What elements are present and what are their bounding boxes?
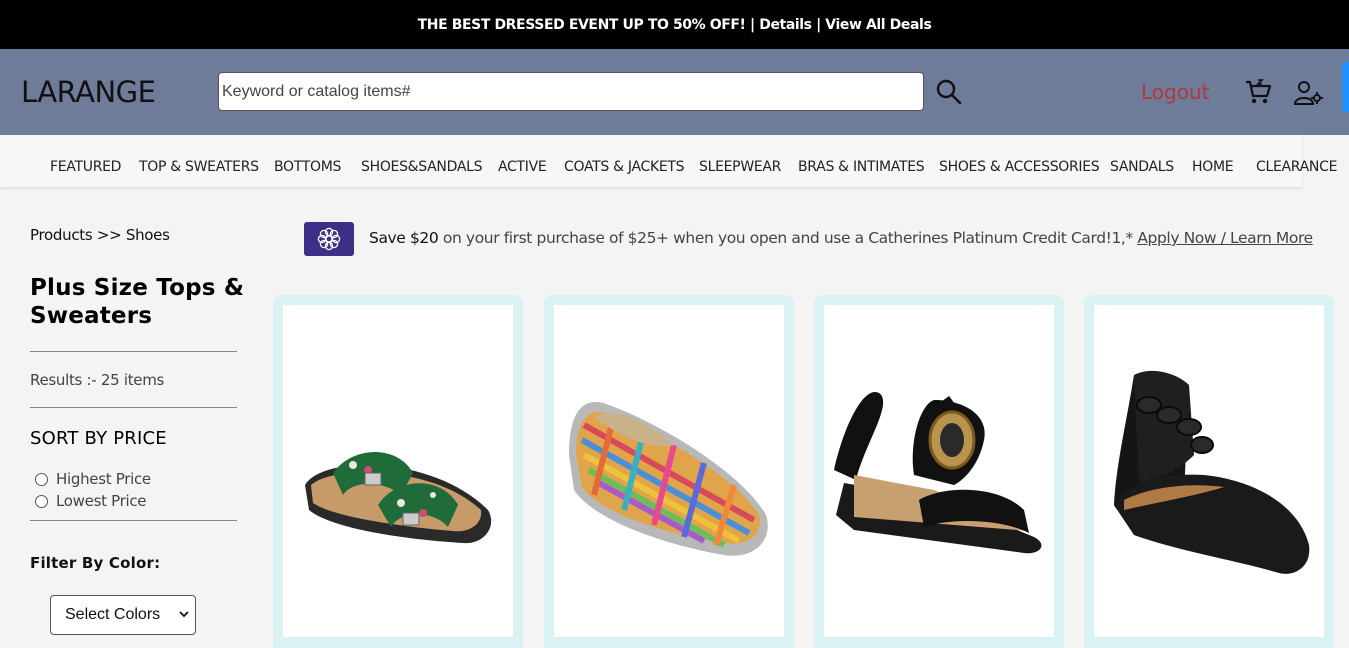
divider (30, 520, 237, 521)
credit-card-offer: Save $20 on your first purchase of $25+ … (369, 229, 1313, 247)
floral-slide-sandal-image (305, 452, 492, 544)
sort-option-label: Lowest Price (56, 492, 147, 510)
nav-item-home[interactable]: HOME (1192, 159, 1234, 175)
promo-text: THE BEST DRESSED EVENT UP TO 50% OFF! (417, 16, 746, 33)
cart-icon (1246, 79, 1272, 104)
sort-heading: SORT BY PRICE (30, 428, 167, 449)
breadcrumb[interactable]: Products >> Shoes (30, 226, 170, 244)
black-braided-ankle-strap-flat-image (1114, 370, 1310, 574)
color-select-value: Select Colors (65, 606, 161, 623)
nav-item-bras-intimates[interactable]: BRAS & INTIMATES (798, 159, 925, 175)
nav-item-shoes-accessories[interactable]: SHOES & ACCESSORIES (939, 159, 1100, 175)
sort-option-label: Highest Price (56, 470, 151, 488)
chevron-down-icon (179, 611, 189, 618)
nav-item-bottoms[interactable]: BOTTOMS (274, 159, 341, 175)
promo-bar: THE BEST DRESSED EVENT UP TO 50% OFF! | … (0, 0, 1349, 49)
promo-details-link[interactable]: Details (759, 17, 812, 33)
nav-item-top-sweaters[interactable]: TOP & SWEATERS (139, 159, 259, 175)
site-header: LARANGE Logout (0, 49, 1349, 135)
page-title: Plus Size Tops & Sweaters (30, 275, 245, 329)
divider (30, 351, 237, 352)
credit-card-badge (304, 222, 354, 256)
offer-text: on your first purchase of $25+ when you … (438, 229, 1138, 247)
side-tab-indicator (1342, 62, 1349, 112)
nav-item-sleepwear[interactable]: SLEEPWEAR (699, 159, 781, 175)
filter-color-heading: Filter By Color: (30, 554, 161, 572)
color-select[interactable]: Select Colors (50, 595, 196, 635)
apply-now-link[interactable]: Apply Now / Learn More (1137, 229, 1313, 247)
results-count: Results :- 25 items (30, 371, 165, 389)
product-image[interactable] (824, 305, 1054, 637)
promo-separator: | (745, 16, 760, 33)
product-card[interactable] (544, 295, 794, 648)
nav-item-sandals[interactable]: SANDALS (1110, 159, 1174, 175)
sort-highest-price-option[interactable]: Highest Price (35, 470, 151, 488)
flower-logo-icon (317, 227, 341, 251)
logout-link[interactable]: Logout (1141, 80, 1209, 104)
product-image[interactable] (1094, 305, 1324, 637)
divider (30, 407, 237, 408)
nav-item-active[interactable]: ACTIVE (498, 159, 547, 175)
promo-separator: | (811, 16, 826, 33)
nav-item-featured[interactable]: FEATURED (50, 159, 121, 175)
nav-item-shoes-sandals[interactable]: SHOES&SANDALS (361, 159, 482, 175)
nav-item-coats-jackets[interactable]: COATS & JACKETS (564, 159, 685, 175)
product-image[interactable] (554, 305, 784, 637)
promo-view-all-deals-link[interactable]: View All Deals (825, 17, 931, 33)
radio-button[interactable] (35, 494, 48, 508)
black-ring-wedge-sandal-image (834, 391, 1042, 554)
account-settings-button[interactable] (1293, 80, 1324, 106)
sort-lowest-price-option[interactable]: Lowest Price (35, 492, 147, 510)
cart-button[interactable] (1244, 78, 1272, 106)
site-logo[interactable]: LARANGE (21, 75, 156, 109)
woven-multicolor-flat-image (569, 402, 768, 556)
product-card[interactable] (273, 295, 523, 648)
account-settings-icon (1293, 81, 1323, 105)
radio-button[interactable] (35, 472, 48, 486)
product-image[interactable] (283, 305, 513, 637)
search-input[interactable] (218, 72, 924, 111)
offer-highlight: Save $20 (369, 229, 439, 247)
search-button[interactable] (935, 78, 963, 106)
category-nav: FEATURED TOP & SWEATERS BOTTOMS SHOES&SA… (0, 135, 1337, 187)
search-icon (936, 79, 962, 105)
product-card[interactable] (814, 295, 1064, 648)
product-card[interactable] (1084, 295, 1334, 648)
nav-item-clearance[interactable]: CLEARANCE (1256, 159, 1337, 175)
